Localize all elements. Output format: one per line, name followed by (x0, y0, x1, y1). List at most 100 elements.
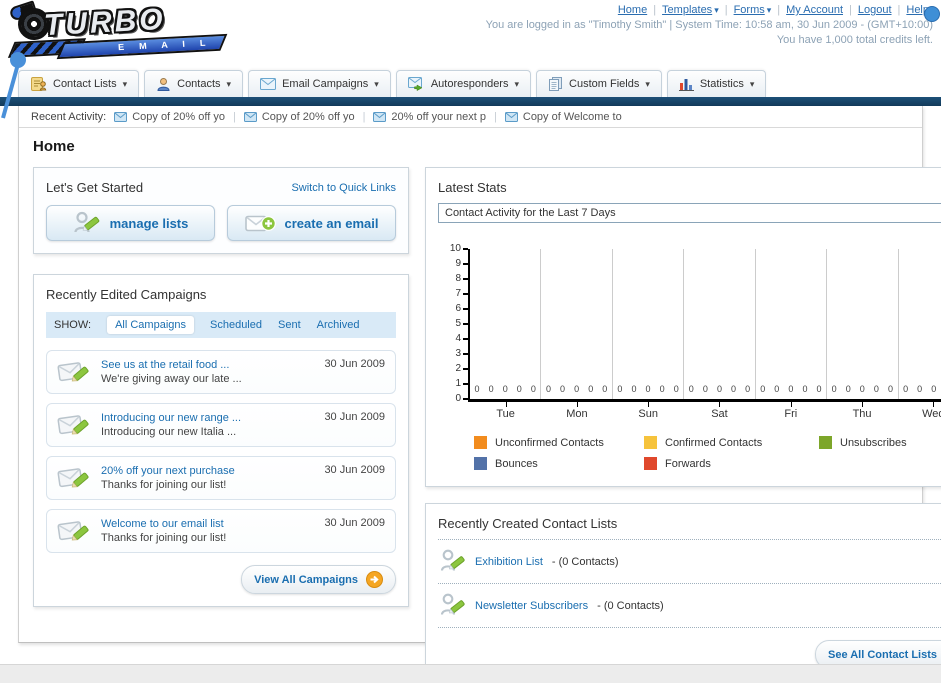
campaign-subtitle: Thanks for joining our list! (101, 532, 227, 544)
campaign-filter-sent[interactable]: Sent (278, 319, 301, 331)
chevron-down-icon: ▾ (226, 78, 232, 89)
credits-text: You have 1,000 total credits left. (776, 34, 933, 46)
header-link-templates[interactable]: Templates ▾ (662, 4, 719, 16)
contact-list-name-link[interactable]: Exhibition List (475, 556, 543, 568)
envelope-pencil-icon (57, 517, 91, 545)
login-status-text: You are logged in as "Timothy Smith" | S… (485, 19, 933, 31)
recent-activity-item[interactable]: Copy of 20% off yo (243, 111, 355, 123)
nav-tab-label: Email Campaigns (282, 78, 369, 90)
campaign-filter-bar: SHOW: All Campaigns Scheduled Sent Archived (46, 312, 396, 338)
campaign-filter-archived[interactable]: Archived (317, 319, 360, 331)
legend-swatch (474, 436, 487, 449)
campaign-filter-all-campaigns[interactable]: All Campaigns (107, 316, 194, 334)
y-axis-tick-label: 4 (455, 333, 461, 344)
recent-activity-items: Copy of 20% off yo | Copy of 20% off yo | 20… (114, 111, 622, 123)
nav-tab-email-campaigns[interactable]: Email Campaigns ▾ (248, 70, 391, 97)
y-axis-tick-label: 8 (455, 273, 461, 284)
campaign-list-item[interactable]: Introducing our new range ... Introducing… (46, 403, 396, 447)
bar-value-label: 0 (659, 384, 665, 394)
legend-swatch (644, 436, 657, 449)
nav-tab-label: Custom Fields (569, 78, 640, 90)
y-axis-tick (463, 398, 468, 400)
recent-activity-item[interactable]: Copy of Welcome to (504, 111, 622, 123)
activity-separator: | (232, 110, 236, 123)
create-an-email-button[interactable]: create an email (227, 205, 396, 241)
campaign-title-link[interactable]: See us at the retail food ... (101, 359, 314, 371)
x-axis-label: Sun (613, 402, 684, 420)
recent-activity-item[interactable]: Copy of 20% off yo (114, 111, 225, 123)
switch-quick-links-link[interactable]: Switch to Quick Links (291, 182, 396, 194)
y-axis-tick (463, 323, 468, 325)
nav-tab-custom-fields[interactable]: Custom Fields ▾ (536, 70, 662, 97)
envelope-pencil-icon (57, 411, 91, 439)
bar-value-label: 0 (774, 384, 780, 394)
campaign-subtitle: Introducing our new Italia ... (101, 426, 237, 438)
x-axis-tick (862, 402, 864, 407)
campaign-date: 30 Jun 2009 (324, 358, 385, 370)
bar-value-label: 0 (574, 384, 580, 394)
campaign-list-item[interactable]: See us at the retail food ... We're givin… (46, 350, 396, 394)
bar-value-label: 0 (688, 384, 694, 394)
app-logo: TURBO E M A I L (7, 0, 260, 62)
bar-value-label: 0 (745, 384, 751, 394)
campaign-title-link[interactable]: 20% off your next purchase (101, 465, 314, 477)
y-axis-tick-label: 0 (455, 393, 461, 404)
help-bubble-icon[interactable] (924, 6, 940, 22)
x-axis-tick (933, 402, 935, 407)
bar-value-label: 0 (788, 384, 794, 394)
recent-activity-bar: Recent Activity: Copy of 20% off yo | Copy… (19, 106, 922, 128)
chart-bar-group: 00000 (613, 249, 685, 399)
contact-list-item[interactable]: Exhibition List - (0 Contacts) (438, 540, 941, 584)
nav-tab-contact-lists[interactable]: Contact Lists ▾ (18, 70, 140, 97)
nav-tab-statistics[interactable]: Statistics ▾ (666, 70, 767, 97)
header-link-home[interactable]: Home (618, 4, 647, 16)
contact-list-name-link[interactable]: Newsletter Subscribers (475, 600, 588, 612)
campaign-text: See us at the retail food ... We're givin… (101, 359, 314, 385)
campaign-filter-scheduled[interactable]: Scheduled (210, 319, 262, 331)
bar-value-label: 0 (545, 384, 551, 394)
person-pencil-icon (440, 592, 466, 619)
campaign-title-link[interactable]: Introducing our new range ... (101, 412, 314, 424)
manage-lists-button[interactable]: manage lists (46, 205, 215, 241)
bar-value-label: 0 (873, 384, 879, 394)
activity-separator: | (494, 110, 497, 123)
bar-value-label: 0 (816, 384, 822, 394)
nav-tab-label: Contacts (177, 78, 221, 90)
campaign-subtitle: Thanks for joining our list! (101, 479, 227, 491)
nav-tab-contacts[interactable]: Contacts ▾ (144, 70, 244, 97)
page-footer (0, 664, 941, 683)
x-axis-label: Mon (541, 402, 612, 420)
campaign-title-link[interactable]: Welcome to our email list (101, 518, 314, 530)
bar-value-label: 0 (631, 384, 637, 394)
recent-activity-item[interactable]: 20% off your next p (373, 111, 486, 123)
get-started-panel: Let's Get Started Switch to Quick Links … (33, 167, 409, 254)
y-axis-tick (463, 263, 468, 265)
view-all-campaigns-button[interactable]: View All Campaigns (241, 565, 396, 594)
recent-activity-item-label: Copy of 20% off yo (132, 110, 225, 123)
bar-value-label: 0 (516, 384, 522, 394)
nav-tab-autoresponders[interactable]: Autoresponders ▾ (395, 70, 532, 97)
header-link-my-account[interactable]: My Account (786, 4, 843, 16)
header-links: Home | Templates ▾ | Forms ▾ | My Account | Logout… (486, 4, 933, 16)
x-axis-tick (576, 402, 578, 407)
nav-tab-label: Statistics (699, 78, 744, 90)
header-link-forms[interactable]: Forms ▾ (734, 4, 772, 16)
legend-label: Unsubscribes (840, 436, 907, 449)
y-axis-tick (463, 368, 468, 370)
contact-list-item[interactable]: Newsletter Subscribers - (0 Contacts) (438, 584, 941, 628)
stats-dropdown[interactable]: Contact Activity for the Last 7 Days ▼ (438, 203, 941, 223)
y-axis-tick-label: 1 (455, 378, 461, 389)
campaign-text: Welcome to our email list Thanks for join… (101, 518, 314, 544)
get-started-buttons: manage lists create an email (46, 205, 396, 241)
chevron-down-icon: ▾ (645, 78, 650, 89)
y-axis-tick (463, 353, 468, 355)
campaign-list-item[interactable]: Welcome to our email list Thanks for join… (46, 509, 396, 553)
bar-value-label: 0 (617, 384, 623, 394)
campaign-list-item[interactable]: 20% off your next purchase Thanks for joi… (46, 456, 396, 500)
decorative-pin (1, 52, 26, 119)
header-link-logout[interactable]: Logout (858, 4, 892, 16)
bar-value-label: 0 (917, 384, 923, 394)
bar-value-label: 0 (716, 384, 722, 394)
campaign-date: 30 Jun 2009 (324, 517, 385, 529)
view-all-campaigns-label: View All Campaigns (254, 573, 358, 586)
